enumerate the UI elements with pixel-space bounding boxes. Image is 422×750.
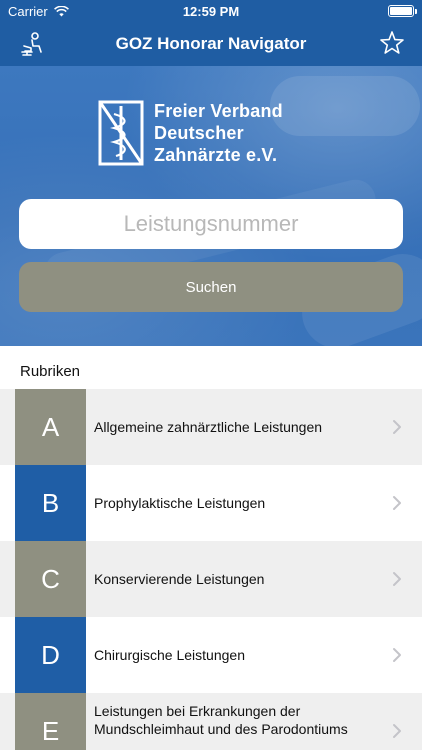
chevron-right-icon — [393, 420, 401, 434]
category-label: Allgemeine zahnärztliche Leistungen — [94, 419, 323, 435]
category-list: A Allgemeine zahnärztliche Leistungen B … — [0, 389, 422, 750]
chevron-right-icon — [393, 572, 401, 586]
fvdz-logo: Freier Verband Deutscher Zahnärzte e.V. — [98, 100, 328, 166]
category-letter: A — [15, 389, 86, 465]
category-label: Chirurgische Leistungen — [94, 647, 245, 663]
search-hero: Freier Verband Deutscher Zahnärzte e.V. … — [0, 66, 422, 346]
search-button[interactable]: Suchen — [19, 262, 403, 312]
aesculapius-logo-icon — [98, 100, 144, 166]
category-label: Konservierende Leistungen — [94, 571, 265, 587]
chevron-right-icon — [393, 724, 401, 738]
logo-line-3: Zahnärzte e.V. — [154, 145, 278, 165]
category-label: Leistungen bei Erkrankungen der Mundschl… — [94, 703, 348, 737]
category-letter: B — [15, 465, 86, 541]
category-letter: E — [15, 693, 86, 750]
list-item[interactable]: C Konservierende Leistungen — [0, 541, 422, 617]
list-item[interactable]: A Allgemeine zahnärztliche Leistungen — [0, 389, 422, 465]
list-item[interactable]: B Prophylaktische Leistungen — [0, 465, 422, 541]
chevron-right-icon — [393, 648, 401, 662]
battery-icon — [388, 5, 417, 17]
star-icon — [380, 31, 404, 54]
status-time: 12:59 PM — [182, 4, 240, 19]
category-letter: D — [15, 617, 86, 693]
category-label: Prophylaktische Leistungen — [94, 495, 266, 511]
nav-title: GOZ Honorar Navigator — [115, 34, 307, 53]
logo-line-2: Deutscher — [154, 123, 244, 143]
navigation-bar: GOZ Honorar Navigator — [0, 22, 422, 66]
logo-line-1: Freier Verband — [154, 101, 283, 121]
favorites-button[interactable] — [378, 29, 406, 57]
list-item[interactable]: D Chirurgische Leistungen — [0, 617, 422, 693]
status-bar: Carrier 12:59 PM — [0, 0, 422, 22]
chevron-right-icon — [393, 496, 401, 510]
logo-text: Freier Verband Deutscher Zahnärzte e.V. — [154, 100, 283, 166]
section-title: Rubriken — [20, 363, 81, 380]
category-letter: C — [15, 541, 86, 617]
list-item[interactable]: E Leistungen bei Erkrankungen der Mundsc… — [0, 693, 422, 750]
service-number-input[interactable] — [19, 199, 403, 249]
